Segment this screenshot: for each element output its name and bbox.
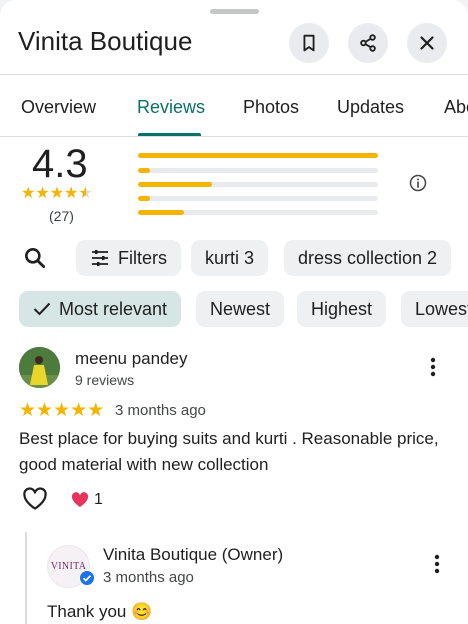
star-icon: ★ — [36, 400, 54, 421]
bookmark-icon — [303, 34, 315, 52]
place-title: Vinita Boutique — [18, 26, 193, 56]
reviewer-avatar[interactable] — [19, 347, 60, 388]
close-button[interactable] — [407, 23, 447, 63]
share-icon — [360, 34, 376, 52]
rating-bar-fill — [138, 210, 184, 215]
owner-reply-date: 3 months ago — [103, 569, 194, 586]
review-count: (27) — [49, 208, 74, 224]
rating-bar-3 — [138, 182, 378, 187]
sort-newest[interactable]: Newest — [196, 291, 285, 327]
star-icon: ★ — [70, 400, 88, 421]
heart-outline-icon[interactable] — [22, 487, 48, 511]
share-button[interactable] — [348, 23, 388, 63]
average-rating: 4.3 — [32, 142, 88, 186]
tab-reviews[interactable]: Reviews — [137, 97, 205, 118]
verified-badge-icon — [79, 570, 95, 586]
rating-bar-2 — [138, 196, 378, 201]
rating-bar-1 — [138, 210, 378, 215]
review-date: 3 months ago — [115, 402, 206, 419]
save-button[interactable] — [289, 23, 329, 63]
topic-chip[interactable]: dress collection 2 — [284, 240, 452, 276]
check-icon — [33, 302, 51, 316]
owner-name: Vinita Boutique (Owner) — [103, 545, 284, 564]
star-icon: ★ — [64, 185, 79, 202]
review-text: Best place for buying suits and kurti . … — [19, 429, 439, 474]
topic-chip[interactable]: kurti 3 — [191, 240, 269, 276]
heart-reaction-icon — [71, 492, 89, 507]
reviewer-review-count: 9 reviews — [75, 372, 135, 388]
like-count: 1 — [94, 491, 103, 508]
star-icon: ★ — [21, 185, 36, 202]
reviewer-photo — [19, 347, 60, 388]
reviewer-name[interactable]: meenu pandey — [75, 349, 187, 369]
close-icon — [420, 36, 434, 50]
tune-icon — [92, 250, 108, 266]
tabs-divider — [0, 136, 468, 137]
sort-label: Most relevant — [59, 298, 168, 319]
half-star-icon: ★ — [78, 185, 93, 202]
sort-highest[interactable]: Highest — [297, 291, 387, 327]
rating-bar-fill — [138, 153, 378, 158]
sort-lowest[interactable]: Lowest — [401, 291, 468, 327]
tab-photos[interactable]: Photos — [243, 97, 299, 118]
drag-handle[interactable] — [210, 9, 259, 14]
star-icon: ★ — [49, 185, 65, 202]
filters-chip[interactable]: Filters — [76, 240, 181, 276]
filters-label: Filters — [118, 247, 167, 268]
rating-bar-fill — [138, 196, 150, 201]
sort-most-relevant[interactable]: Most relevant — [19, 291, 182, 327]
rating-bar-fill — [138, 168, 150, 173]
tab-about[interactable]: About — [444, 97, 468, 118]
rating-bar-5 — [138, 153, 378, 158]
tab-updates[interactable]: Updates — [337, 97, 404, 118]
rating-bar-4 — [138, 168, 378, 173]
star-icon: ★ — [19, 400, 37, 421]
more-options-icon[interactable] — [430, 357, 436, 377]
search-reviews-icon[interactable] — [22, 245, 48, 271]
star-icon: ★ — [53, 400, 71, 421]
owner-reply-text: Thank you 😊 — [47, 602, 153, 621]
rating-bar-fill — [138, 182, 213, 187]
review-stars: ★ ★ ★ ★ ★ — [19, 401, 104, 420]
reply-thread-line — [25, 532, 27, 624]
place-sheet: Vinita Boutique Overview Reviews Photos … — [0, 0, 468, 624]
tab-overview[interactable]: Overview — [21, 97, 96, 118]
star-icon: ★ — [35, 185, 50, 202]
reply-more-options-icon[interactable] — [434, 554, 440, 574]
info-icon[interactable] — [408, 173, 428, 193]
header-divider — [0, 74, 468, 75]
star-icon: ★ — [87, 400, 105, 421]
average-stars: ★ ★ ★ ★ ★ — [21, 186, 93, 202]
